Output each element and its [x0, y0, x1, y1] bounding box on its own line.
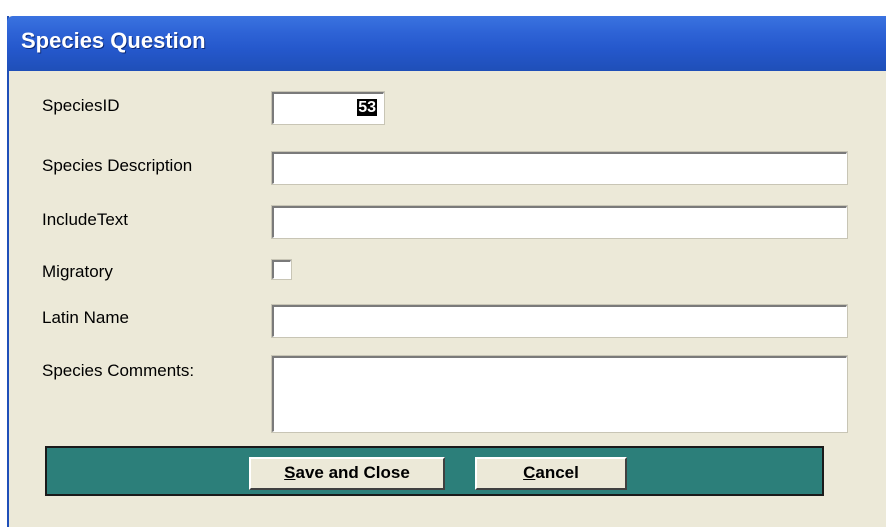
cancel-button[interactable]: Cancel — [475, 457, 627, 490]
button-bar: Save and Close Cancel — [45, 446, 824, 496]
species-id-label: SpeciesID — [42, 96, 120, 115]
include-text-field[interactable] — [271, 205, 848, 239]
species-question-window: Species Question SpeciesID 53 Species De… — [7, 16, 886, 527]
cancel-label: ancel — [535, 463, 579, 482]
migratory-checkbox[interactable] — [271, 259, 292, 280]
species-comments-field[interactable] — [271, 355, 848, 433]
save-and-close-button[interactable]: Save and Close — [249, 457, 445, 490]
species-description-label: Species Description — [42, 156, 193, 175]
latin-name-field[interactable] — [271, 304, 848, 338]
save-label: ave and Close — [295, 463, 410, 482]
include-text-label: IncludeText — [42, 210, 128, 229]
latin-name-label: Latin Name — [42, 308, 129, 327]
cancel-mnemonic: C — [523, 463, 536, 482]
species-comments-label: Species Comments: — [42, 361, 195, 380]
window-title: Species Question — [21, 28, 206, 53]
species-id-field[interactable]: 53 — [271, 91, 385, 125]
title-bar[interactable]: Species Question — [7, 16, 886, 71]
species-id-value: 53 — [357, 99, 377, 116]
migratory-label: Migratory — [42, 262, 113, 281]
save-mnemonic: S — [284, 463, 296, 482]
species-description-field[interactable] — [271, 151, 848, 185]
